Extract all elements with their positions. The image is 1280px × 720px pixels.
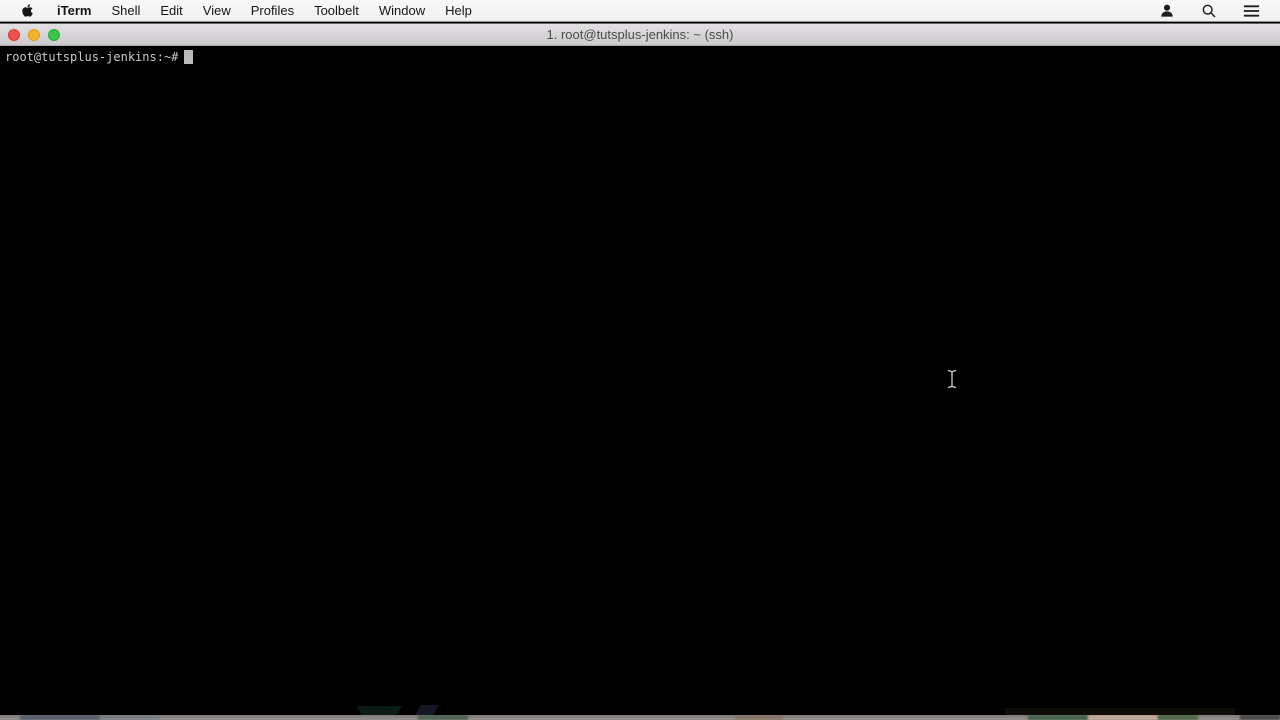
traffic-lights <box>8 24 60 45</box>
dock-icon-sliver <box>100 715 160 720</box>
ibeam-cursor-icon <box>946 369 958 389</box>
menu-bar: iTerm Shell Edit View Profiles Toolbelt … <box>0 0 1280 22</box>
dock-icon-sliver <box>418 715 468 720</box>
window-title-bar[interactable]: 1. root@tutsplus-jenkins: ~ (ssh) <box>0 23 1280 46</box>
minimize-button[interactable] <box>28 28 40 41</box>
dock-icon-sliver <box>1158 715 1198 720</box>
apple-icon <box>21 3 34 18</box>
user-icon[interactable] <box>1151 0 1183 21</box>
search-icon[interactable] <box>1193 0 1225 21</box>
menu-bar-left: iTerm Shell Edit View Profiles Toolbelt … <box>0 0 482 21</box>
menu-item-toolbelt[interactable]: Toolbelt <box>304 0 369 21</box>
dock-icon-sliver <box>20 715 100 720</box>
apple-menu[interactable] <box>8 0 47 21</box>
dock-icon-peek <box>1005 708 1235 715</box>
terminal-cursor <box>184 49 194 64</box>
menu-item-window[interactable]: Window <box>369 0 435 21</box>
menu-item-edit[interactable]: Edit <box>150 0 192 21</box>
menu-bar-status-area <box>1151 0 1280 21</box>
terminal-screen[interactable]: root@tutsplus-jenkins:~# <box>0 47 1280 720</box>
menu-item-profiles[interactable]: Profiles <box>241 0 304 21</box>
zoom-button[interactable] <box>48 28 60 41</box>
terminal-prompt-line: root@tutsplus-jenkins:~# <box>5 49 194 64</box>
menu-item-app-name[interactable]: iTerm <box>47 0 101 21</box>
close-button[interactable] <box>8 28 20 41</box>
menu-item-help[interactable]: Help <box>435 0 482 21</box>
dock-icon-sliver <box>1088 715 1158 720</box>
menu-item-view[interactable]: View <box>193 0 241 21</box>
dock-icon-sliver <box>1028 715 1088 720</box>
menu-item-shell[interactable]: Shell <box>101 0 150 21</box>
window-title: 1. root@tutsplus-jenkins: ~ (ssh) <box>546 27 734 42</box>
terminal-prompt: root@tutsplus-jenkins:~# <box>5 49 179 64</box>
notification-list-icon[interactable] <box>1235 0 1268 21</box>
dock-icon-sliver <box>1240 715 1280 720</box>
dock-icon-sliver <box>735 715 783 720</box>
dock[interactable] <box>0 715 1280 720</box>
dock-icon-peek <box>356 706 402 715</box>
